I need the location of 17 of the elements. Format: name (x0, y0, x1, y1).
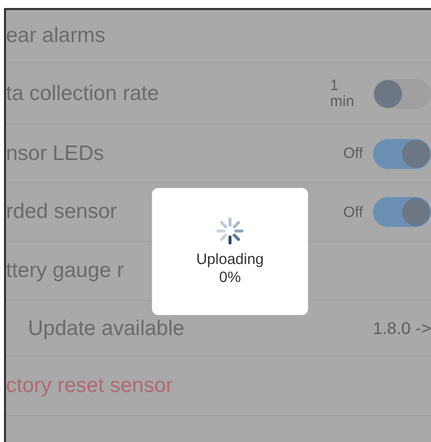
setting-label: ta collection rate (6, 82, 159, 106)
setting-value: Off (343, 204, 363, 220)
version-text: 1.8.0 -> (372, 318, 431, 338)
setting-value: 1 min (330, 78, 356, 110)
setting-label: ttery gauge r (6, 259, 124, 283)
uploading-text: Uploading (196, 251, 264, 268)
toggle-switch[interactable] (373, 78, 431, 108)
setting-value: Off (343, 145, 363, 162)
setting-label: ear alarms (6, 24, 106, 48)
progress-percent: 0% (218, 268, 242, 286)
reset-sensor-link[interactable]: ctory reset sensor (6, 374, 173, 398)
setting-label: nsor LEDs (6, 142, 104, 166)
toggle-switch[interactable] (373, 197, 431, 227)
update-label: Update available (27, 316, 184, 340)
setting-label: rded sensor (6, 200, 117, 224)
toggle-switch[interactable] (373, 138, 431, 168)
loading-spinner-icon (216, 217, 244, 246)
